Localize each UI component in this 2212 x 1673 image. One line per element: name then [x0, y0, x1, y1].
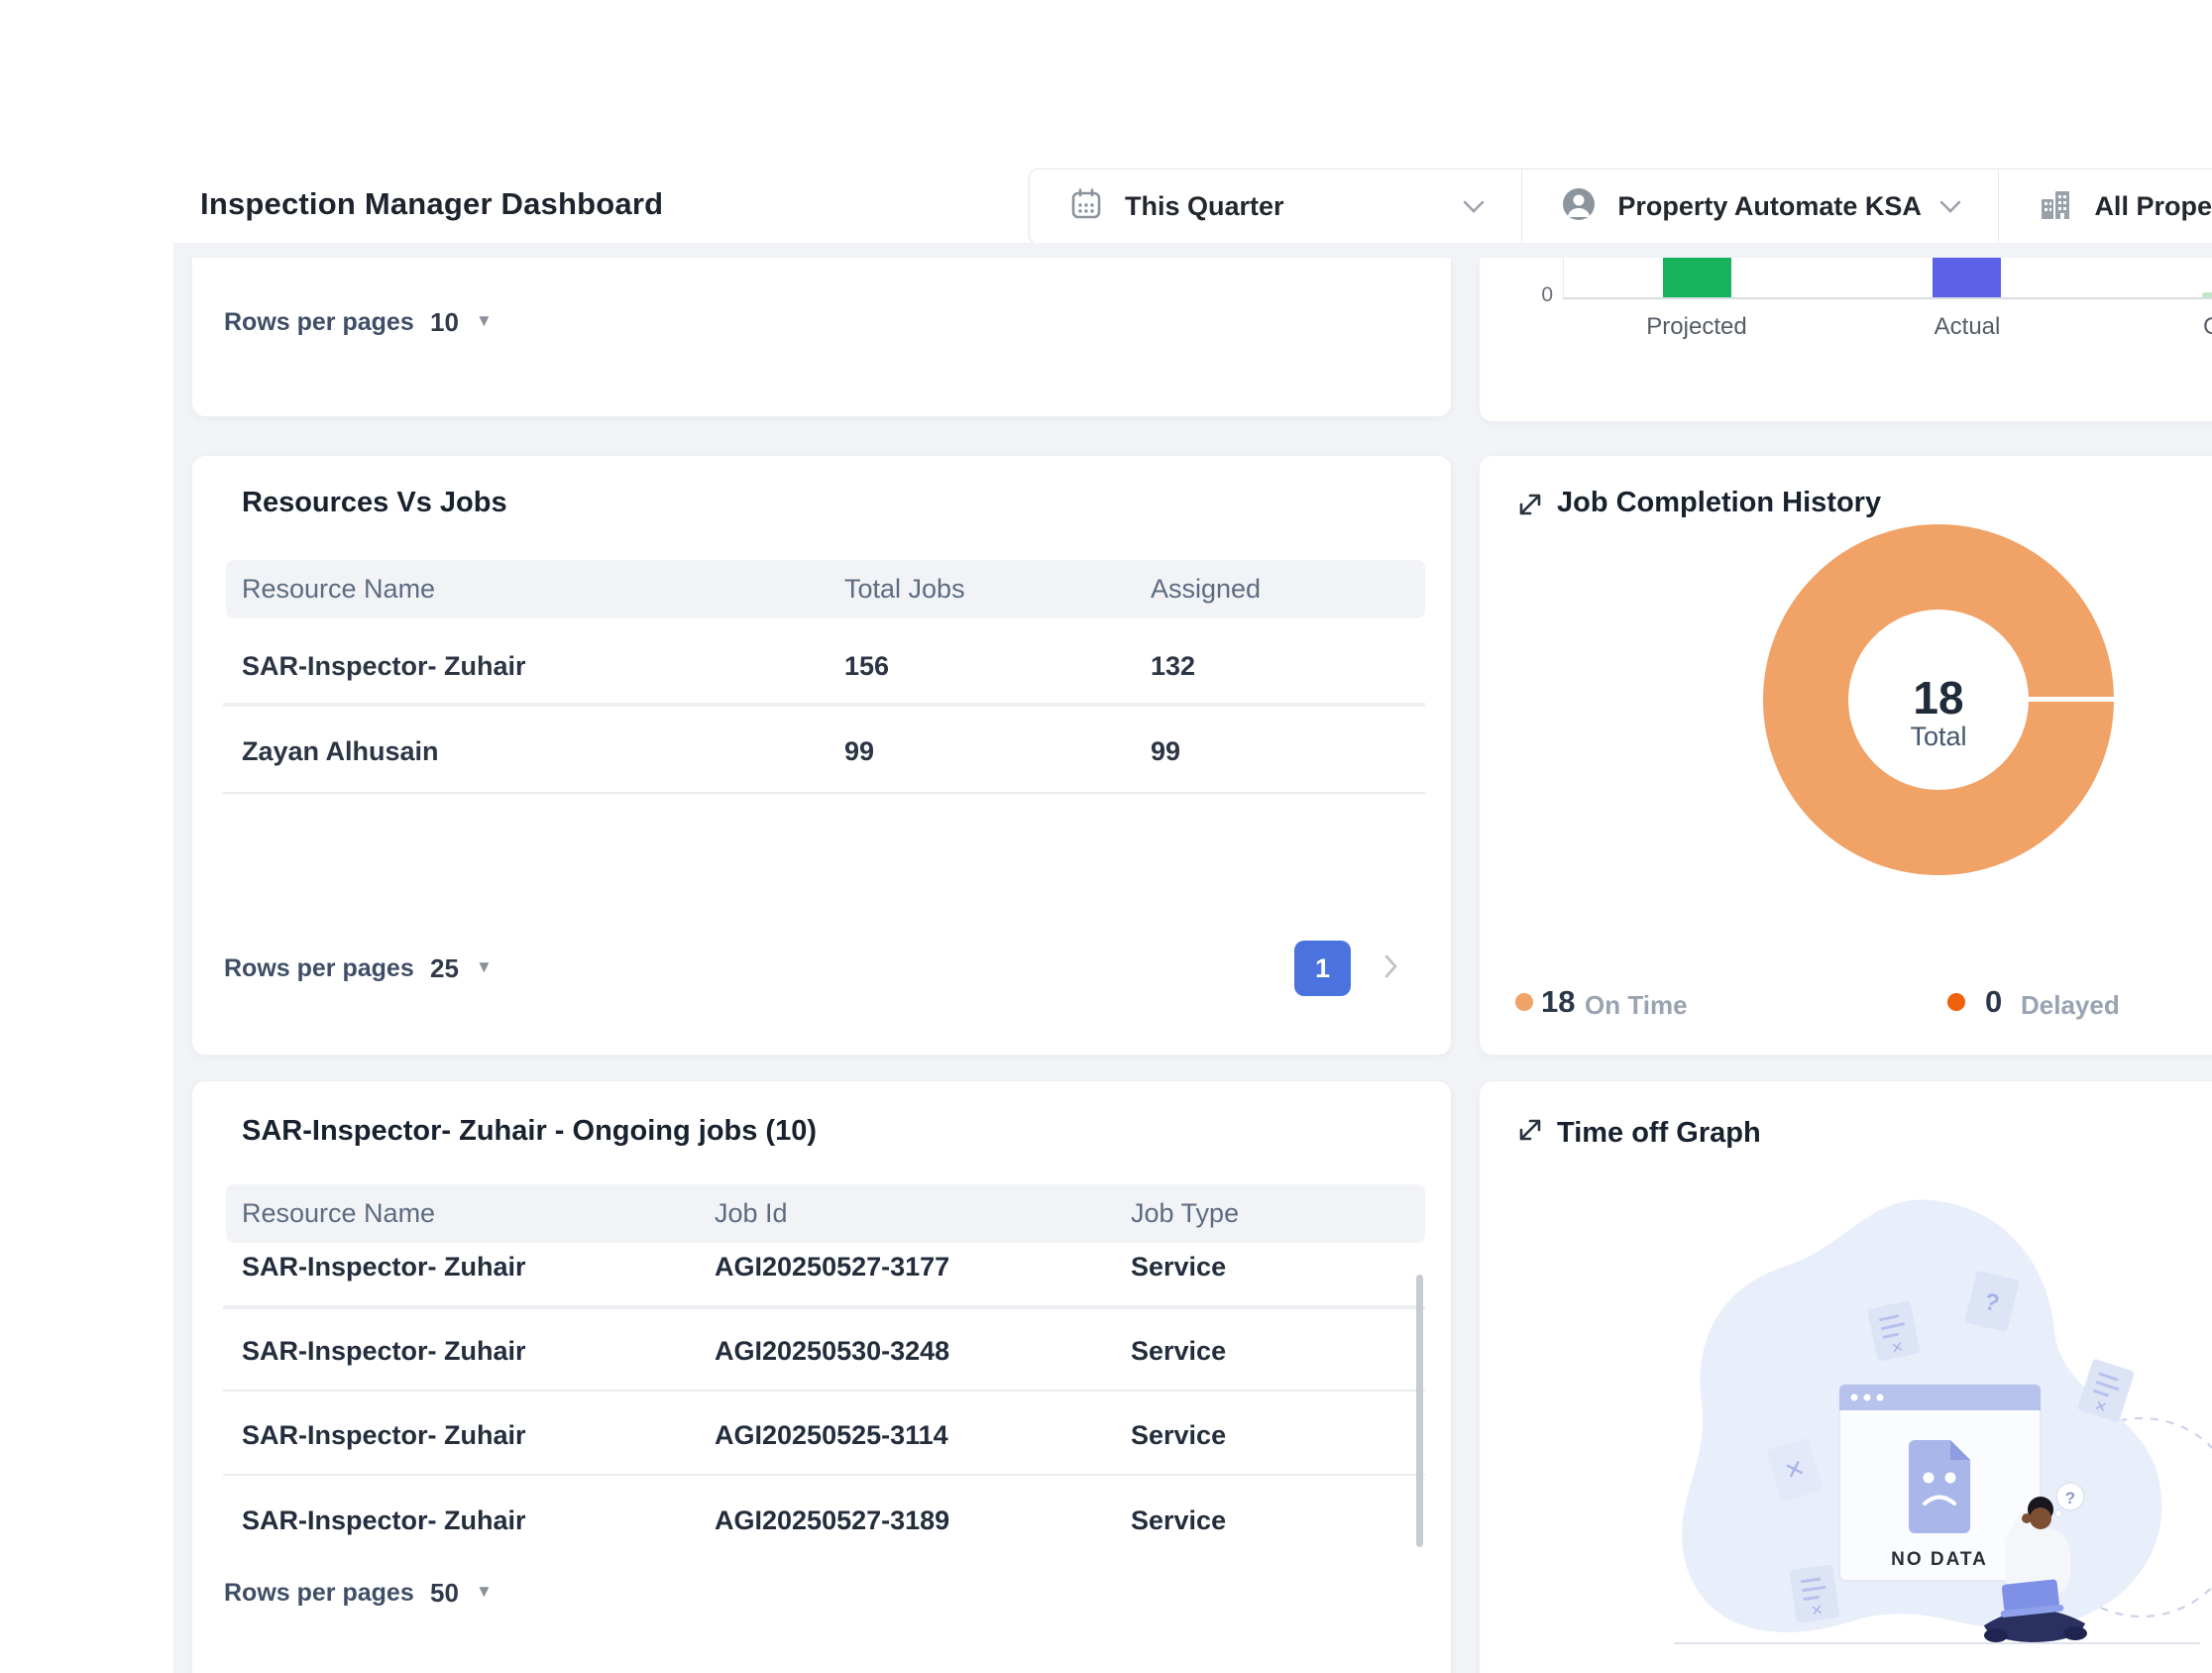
col-total-jobs: Total Jobs — [844, 574, 965, 605]
row-divider — [223, 1390, 1425, 1392]
col-resource-name: Resource Name — [242, 574, 435, 605]
rows-per-pages-label: Rows per pages — [224, 954, 414, 983]
cell-job-id: AGI20250525-3114 — [715, 1420, 948, 1451]
cell-job-type: Service — [1131, 1420, 1226, 1451]
no-data-illustration: ✕ ? ✕ ✕ — [1480, 1081, 2212, 1673]
completion-donut-chart[interactable] — [1480, 456, 2212, 1055]
completed-bar-clipped[interactable] — [2202, 292, 2212, 297]
card-bar-chart-clipped: 0 Projected Actual Completed — [1479, 258, 2212, 422]
on-time-dot — [1515, 993, 1533, 1011]
table-scrollbar[interactable] — [1416, 1275, 1423, 1547]
inspection-manager-dashboard: Inspection Manager Dashboard This Qua — [0, 0, 2212, 1673]
cell-resource-name: SAR-Inspector- Zuhair — [242, 651, 526, 682]
cell-resource-name: SAR-Inspector- Zuhair — [242, 1506, 526, 1536]
question-mark-icon: ? — [2065, 1489, 2075, 1507]
on-time-value: 18 — [1541, 984, 1575, 1020]
page-title: Inspection Manager Dashboard — [200, 186, 663, 222]
row-divider — [223, 703, 1425, 707]
organization-label: Property Automate KSA — [1617, 191, 1922, 222]
donut-total-value: 18 — [1839, 671, 2038, 725]
rows-per-page-value[interactable]: 25 — [430, 953, 459, 984]
projected-bar[interactable] — [1663, 258, 1731, 297]
rows-per-page-control: Rows per pages 10 ▼ — [192, 303, 1451, 343]
delayed-label: Delayed — [2021, 990, 2120, 1021]
cell-resource-name: SAR-Inspector- Zuhair — [242, 1252, 526, 1283]
bar-chart-x-axis — [1563, 297, 2212, 299]
cell-resource-name: SAR-Inspector- Zuhair — [242, 1420, 526, 1451]
card-ongoing-jobs: SAR-Inspector- Zuhair - Ongoing jobs (10… — [191, 1080, 1452, 1673]
caret-down-icon[interactable]: ▼ — [476, 311, 493, 331]
properties-dropdown[interactable]: All Properties — [1999, 169, 2212, 244]
cell-job-id: AGI20250527-3177 — [715, 1252, 949, 1283]
svg-text:✕: ✕ — [1810, 1602, 1825, 1620]
col-job-type: Job Type — [1131, 1198, 1239, 1229]
col-assigned: Assigned — [1151, 574, 1261, 605]
buildings-icon — [2039, 187, 2072, 226]
cell-job-id: AGI20250530-3248 — [715, 1336, 949, 1367]
organization-dropdown[interactable]: Property Automate KSA — [1522, 169, 1999, 244]
date-range-label: This Quarter — [1125, 191, 1284, 222]
date-range-dropdown[interactable]: This Quarter — [1030, 169, 1522, 244]
actual-bar[interactable] — [1933, 258, 2001, 297]
caret-down-icon[interactable]: ▼ — [476, 1582, 493, 1602]
page-1-button[interactable]: 1 — [1294, 941, 1351, 996]
no-data-text: NO DATA — [1891, 1549, 1988, 1570]
cell-assigned: 99 — [1151, 736, 1180, 767]
header-filter-group: This Quarter Propert — [1029, 168, 2212, 245]
cell-resource-name: SAR-Inspector- Zuhair — [242, 1336, 526, 1367]
chevron-down-icon — [1462, 199, 1486, 220]
cell-assigned: 132 — [1151, 651, 1195, 682]
card-top-left-clipped: Rows per pages 10 ▼ — [191, 258, 1452, 417]
row-divider — [223, 1474, 1425, 1476]
calendar-icon — [1069, 187, 1103, 226]
cell-job-type: Service — [1131, 1252, 1226, 1283]
bar-chart-zero-tick: 0 — [1509, 283, 1553, 307]
next-page-button[interactable] — [1383, 953, 1399, 979]
user-circle-icon — [1562, 187, 1596, 226]
ongoing-card-title: SAR-Inspector- Zuhair - Ongoing jobs (10… — [242, 1115, 817, 1148]
cell-job-type: Service — [1131, 1506, 1226, 1536]
caret-down-icon[interactable]: ▼ — [476, 957, 493, 977]
resources-card-title: Resources Vs Jobs — [242, 487, 507, 519]
cell-job-type: Service — [1131, 1336, 1226, 1367]
cell-total-jobs: 156 — [844, 651, 889, 682]
bar-category-completed-clipped: Completed — [2203, 313, 2212, 341]
top-bar: Inspection Manager Dashboard This Qua — [0, 0, 2212, 243]
rows-per-page-value[interactable]: 50 — [430, 1578, 459, 1609]
cell-resource-name: Zayan Alhusain — [242, 736, 439, 767]
cell-total-jobs: 99 — [844, 736, 874, 767]
card-resources-vs-jobs: Resources Vs Jobs Resource Name Total Jo… — [191, 455, 1452, 1056]
bar-category-actual: Actual — [1898, 313, 2037, 341]
rows-per-page-control: Rows per pages 25 ▼ — [192, 949, 1451, 989]
rows-per-pages-label: Rows per pages — [224, 308, 414, 337]
chevron-down-icon — [1938, 199, 1962, 220]
bar-chart-y-axis — [1563, 258, 1564, 297]
row-divider — [223, 1305, 1425, 1309]
card-job-completion-history: Job Completion History 18 Total 18 On Ti… — [1479, 455, 2212, 1056]
col-resource-name: Resource Name — [242, 1198, 435, 1229]
rows-per-page-value[interactable]: 10 — [430, 307, 459, 338]
dashboard-content: Rows per pages 10 ▼ 0 Projected Actual C… — [173, 243, 2212, 1673]
card-time-off-graph: Time off Graph ✕ — [1479, 1080, 2212, 1673]
donut-total-label: Total — [1839, 722, 2038, 752]
properties-label: All Properties — [2094, 191, 2212, 222]
rows-per-page-control: Rows per pages 50 ▼ — [192, 1574, 1451, 1614]
delayed-value: 0 — [1985, 984, 2002, 1020]
on-time-label: On Time — [1585, 990, 1688, 1021]
col-job-id: Job Id — [715, 1198, 788, 1229]
cell-job-id: AGI20250527-3189 — [715, 1506, 949, 1536]
row-divider — [223, 792, 1425, 794]
rows-per-pages-label: Rows per pages — [224, 1579, 414, 1608]
delayed-dot — [1947, 993, 1965, 1011]
bar-category-projected: Projected — [1627, 313, 1766, 341]
